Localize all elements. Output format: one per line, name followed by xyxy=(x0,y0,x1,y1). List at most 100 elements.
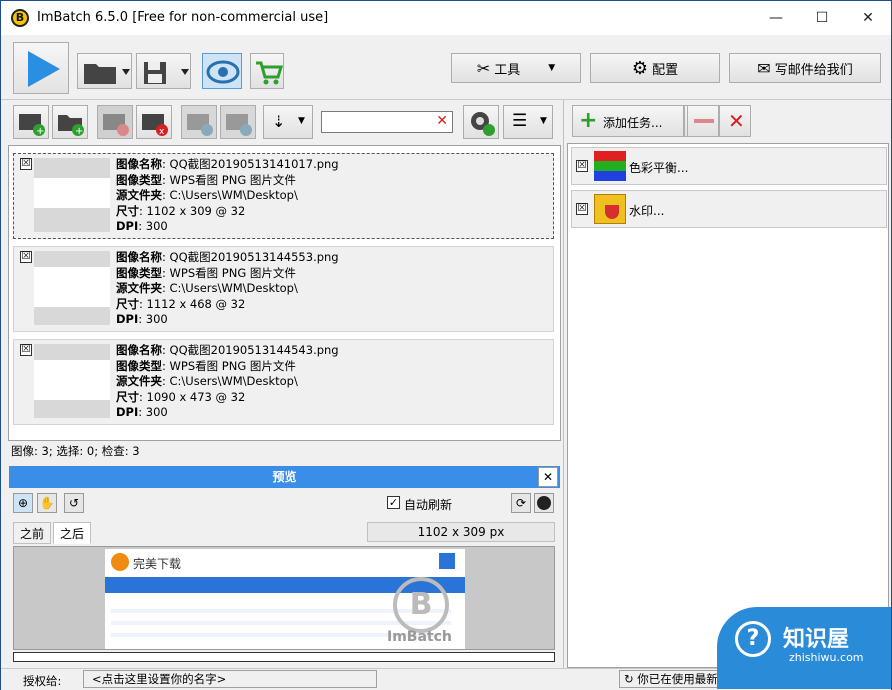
play-icon xyxy=(28,51,60,87)
svg-text:+: + xyxy=(36,126,44,137)
add-task-label: 添加任务... xyxy=(603,116,663,130)
view-mode-button[interactable]: ☰ ▼ xyxy=(503,105,553,139)
delete-image-button[interactable]: x xyxy=(136,105,172,139)
svg-text:x: x xyxy=(159,127,165,137)
preview-scrollbar[interactable] xyxy=(13,652,555,662)
watermark-logo-icon: B xyxy=(393,577,449,633)
licensed-to-field[interactable]: <点击这里设置你的名字> xyxy=(83,670,377,688)
background-color-button[interactable] xyxy=(534,493,554,513)
email-label: 写邮件给我们 xyxy=(774,62,853,78)
task-checkbox[interactable]: ☒ xyxy=(576,160,588,172)
circle-icon xyxy=(537,496,551,510)
save-button[interactable] xyxy=(136,53,191,89)
auto-refresh-label: 自动刷新 xyxy=(404,498,453,512)
task-checkbox[interactable]: ☒ xyxy=(576,203,588,215)
brand-name: 知识屋 xyxy=(783,627,850,652)
email-button[interactable]: ✉ 写邮件给我们 xyxy=(729,53,881,83)
maximize-button[interactable]: ☐ xyxy=(799,1,845,35)
question-icon: ? xyxy=(735,621,771,657)
gear-icon: ⚙ xyxy=(631,57,649,79)
task-item[interactable]: ☒ 水印... xyxy=(571,190,887,228)
toolbar-divider xyxy=(1,99,891,100)
preview-toggle-button[interactable] xyxy=(202,53,242,89)
add-folder-icon: + xyxy=(58,115,84,137)
svg-text:+: + xyxy=(75,126,83,137)
delete-x-icon: ✕ xyxy=(728,109,745,133)
wrench-icon: ✂ xyxy=(476,58,491,78)
sort-icon: ⇣ xyxy=(272,112,286,131)
preview-image: 完美下载 B ImBatch xyxy=(105,549,465,649)
tab-before[interactable]: 之前 xyxy=(13,522,52,544)
chevron-down-icon: ▼ xyxy=(548,63,556,73)
tab-after[interactable]: 之后 xyxy=(53,522,92,544)
chevron-down-icon: ▼ xyxy=(298,116,305,126)
preview-close-button[interactable]: ✕ xyxy=(538,467,558,487)
image-list-item[interactable]: ☒ 图像名称: QQ截图20190513144543.png 图像类型: WPS… xyxy=(13,339,554,425)
image-meta: 图像名称: QQ截图20190513141017.png 图像类型: WPS看图… xyxy=(116,157,339,233)
gear-check-icon xyxy=(471,112,495,136)
refresh-button[interactable]: ⟳ xyxy=(511,493,531,513)
check-settings-button[interactable] xyxy=(463,105,499,139)
zoom-fit-button[interactable]: ⊕ xyxy=(13,493,33,513)
auto-refresh-checkbox[interactable]: ✓ xyxy=(387,496,400,509)
item-checkbox[interactable]: ☒ xyxy=(20,158,32,170)
site-name: 完美下载 xyxy=(133,557,182,571)
folder-icon xyxy=(84,64,130,84)
move-up-button[interactable] xyxy=(181,105,217,139)
chevron-down-icon: ▼ xyxy=(540,116,547,126)
preview-dimensions: 1102 x 309 px xyxy=(367,522,555,542)
watermark-text: ImBatch xyxy=(387,629,452,645)
task-label: 色彩平衡... xyxy=(629,161,689,175)
tools-label: 工具 xyxy=(494,62,521,78)
list-icon: ☰ xyxy=(512,111,528,131)
add-folder-button[interactable]: + xyxy=(52,105,88,139)
minimize-button[interactable]: — xyxy=(753,1,799,35)
app-window: B ImBatch 6.5.0 [Free for non-commercial… xyxy=(0,0,892,690)
image-list-item[interactable]: ☒ 图像名称: QQ截图20190513144553.png 图像类型: WPS… xyxy=(13,246,554,332)
cart-icon xyxy=(256,61,284,85)
image-thumbnail xyxy=(34,344,110,418)
open-folder-button[interactable] xyxy=(77,53,132,89)
item-checkbox[interactable]: ☒ xyxy=(20,251,32,263)
image-meta: 图像名称: QQ截图20190513144553.png 图像类型: WPS看图… xyxy=(116,250,339,326)
minus-icon xyxy=(694,119,714,123)
close-button[interactable]: ✕ xyxy=(845,1,891,35)
move-down-icon xyxy=(226,114,252,136)
delete-task-button[interactable]: ✕ xyxy=(719,105,751,137)
rotate-view-button[interactable]: ↺ xyxy=(64,493,84,513)
window-title: ImBatch 6.5.0 [Free for non-commercial u… xyxy=(37,10,329,25)
task-item[interactable]: ☒ 色彩平衡... xyxy=(571,147,887,185)
clear-search-icon[interactable]: ✕ xyxy=(436,113,448,129)
sort-button[interactable]: ⇣ ▼ xyxy=(263,105,313,139)
image-list-status: 图像: 3; 选择: 0; 检查: 3 xyxy=(11,444,140,458)
image-meta: 图像名称: QQ截图20190513144543.png 图像类型: WPS看图… xyxy=(116,343,339,419)
image-thumbnail xyxy=(34,251,110,325)
tools-menu-button[interactable]: ✂ 工具 ▼ xyxy=(451,53,581,83)
add-images-button[interactable]: + xyxy=(13,105,49,139)
pan-button[interactable]: ✋ xyxy=(37,493,57,513)
title-bar: B ImBatch 6.5.0 [Free for non-commercial… xyxy=(1,1,891,35)
move-down-button[interactable] xyxy=(220,105,256,139)
search-input[interactable]: ✕ xyxy=(321,111,453,133)
remove-image-button[interactable] xyxy=(97,105,133,139)
eye-icon xyxy=(206,60,240,84)
remove-task-button[interactable] xyxy=(687,105,719,137)
plus-icon: + xyxy=(579,108,598,133)
config-button[interactable]: ⚙ 配置 xyxy=(590,53,720,83)
add-image-icon: + xyxy=(19,114,45,137)
item-checkbox[interactable]: ☒ xyxy=(20,344,32,356)
brand-overlay: ? 知识屋 zhishiwu.com xyxy=(717,607,891,689)
watermark-icon xyxy=(594,194,626,224)
buy-button[interactable] xyxy=(250,53,284,89)
image-thumbnail xyxy=(34,158,110,232)
panel-splitter[interactable] xyxy=(563,100,564,668)
hand-icon: ✋ xyxy=(39,496,55,510)
image-list-item[interactable]: ☒ 图像名称: QQ截图20190513141017.png 图像类型: WPS… xyxy=(13,153,554,239)
run-button[interactable] xyxy=(13,42,69,94)
site-search-icon xyxy=(439,553,455,569)
brand-url: zhishiwu.com xyxy=(789,651,864,664)
preview-canvas[interactable]: 完美下载 B ImBatch xyxy=(13,546,555,650)
config-label: 配置 xyxy=(652,62,679,78)
color-balance-icon xyxy=(594,151,626,181)
add-task-button[interactable]: + 添加任务... xyxy=(572,105,684,137)
